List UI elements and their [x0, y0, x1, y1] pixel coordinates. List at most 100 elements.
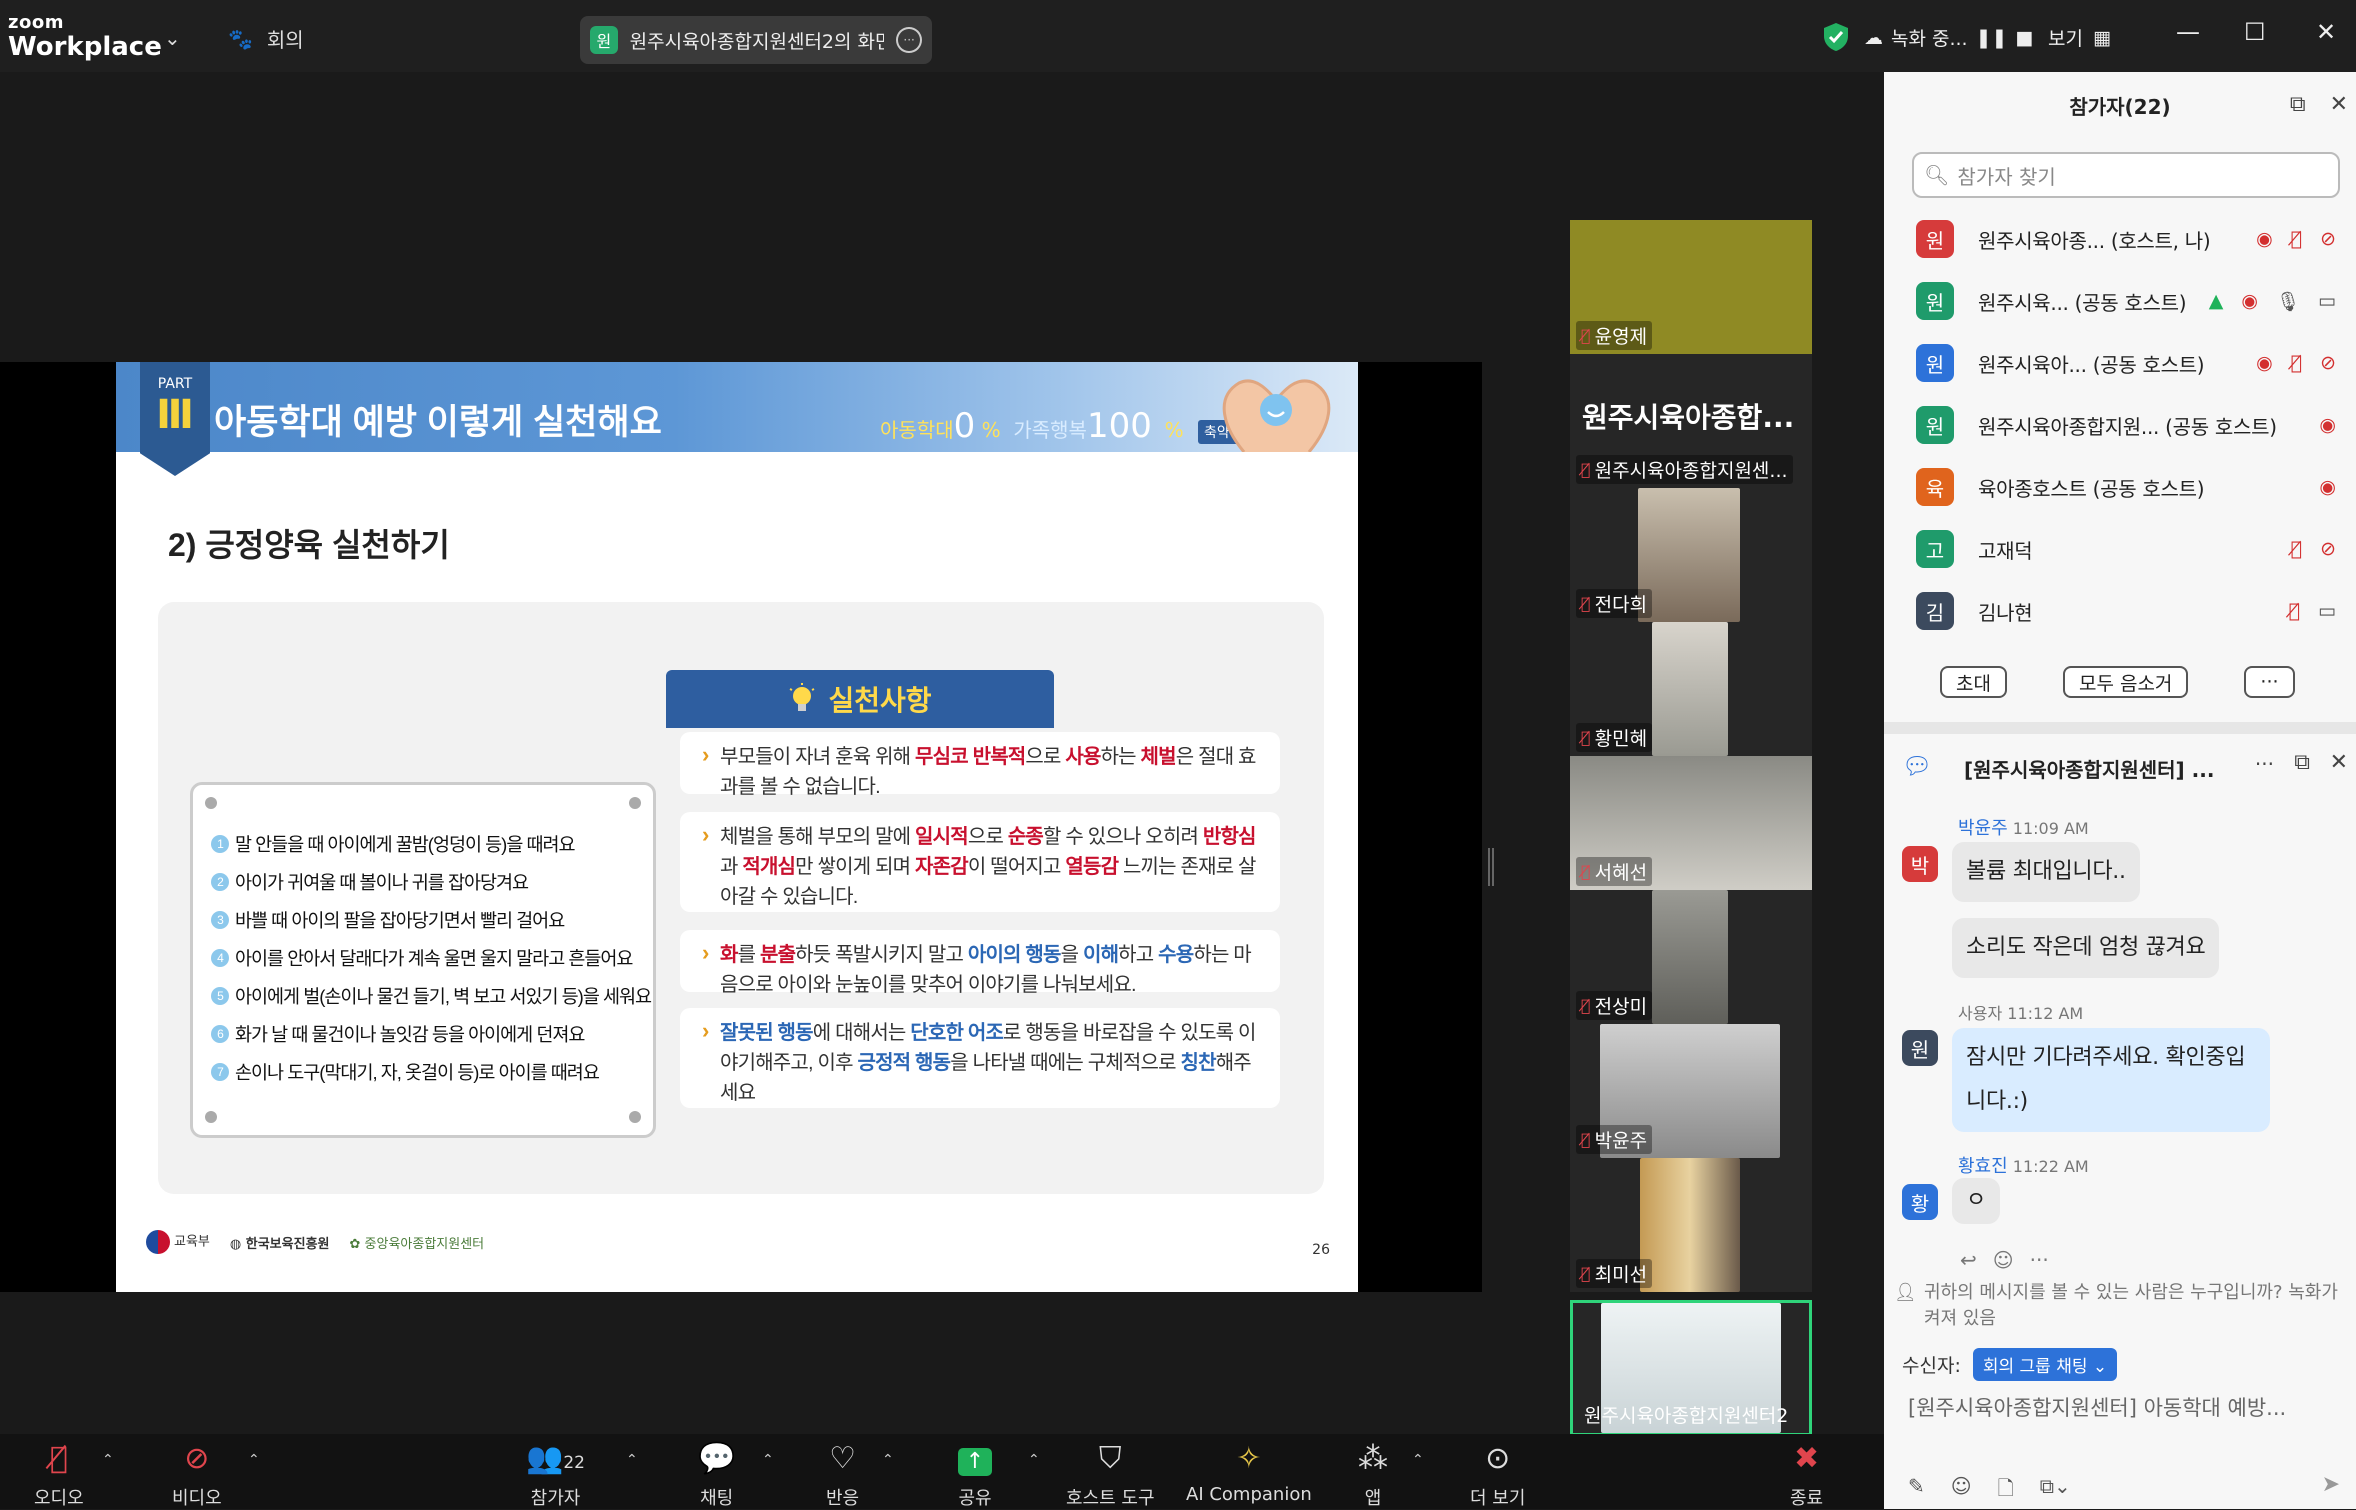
react-caret-icon[interactable]: ⌃: [882, 1452, 894, 1468]
video-tile[interactable]: 🎙̸ 서혜선: [1570, 756, 1812, 890]
encryption-shield-icon[interactable]: [1822, 22, 1850, 52]
invite-button[interactable]: 초대: [1940, 666, 2007, 698]
participants-caret-icon[interactable]: ⌃: [626, 1452, 638, 1468]
app-menu-chevron-icon[interactable]: ⌄: [164, 26, 181, 50]
send-icon[interactable]: ➤: [2322, 1472, 2340, 1497]
participants-title: 참가자(22): [2069, 94, 2171, 119]
camera-off-icon[interactable]: ⊘: [2320, 538, 2336, 560]
share-screen-icon: ↑: [958, 1442, 992, 1476]
center-logo: ✿ 중앙육아종합지원센터: [349, 1236, 485, 1252]
participant-row[interactable]: 고 고재덕 🎙̸ ⊘: [1884, 518, 2356, 580]
mic-muted-icon[interactable]: 🎙̸: [2289, 600, 2300, 622]
video-options-caret-icon[interactable]: ⌃: [248, 1452, 260, 1468]
message-bubble[interactable]: 볼륨 최대입니다..: [1952, 842, 2140, 902]
apps-button[interactable]: ⁂ 앱: [1358, 1442, 1388, 1510]
message-avatar: 황: [1902, 1184, 1938, 1220]
bad-list-text: 아이에게 벌(손이나 물건 들기, 벽 보고 서있기 등)을 세워요: [235, 986, 652, 1007]
participant-row[interactable]: 육 육아종호스트 (공동 호스트) ◉: [1884, 456, 2356, 518]
active-speaker-tile[interactable]: 원주시육아종합지원센터2: [1570, 1300, 1812, 1436]
screenshot-icon[interactable]: ⧉⌄: [2040, 1474, 2071, 1508]
chat-popout-icon[interactable]: ⧉: [2294, 750, 2310, 775]
mic-muted-icon[interactable]: 🎙̸: [2291, 352, 2302, 374]
more-options-icon[interactable]: ···: [896, 27, 923, 53]
video-tile[interactable]: 🎙̸ 전다희: [1570, 488, 1812, 622]
camera-off-icon[interactable]: ⊘: [2320, 352, 2336, 374]
recipient-dropdown[interactable]: 회의 그룹 채팅 ⌄: [1972, 1348, 2118, 1381]
part-numeral: Ⅲ: [156, 392, 194, 438]
audio-options-caret-icon[interactable]: ⌃: [102, 1452, 114, 1468]
audio-button[interactable]: 🎙̸ 오디오: [34, 1442, 84, 1510]
message-bubble[interactable]: 소리도 작은데 엄청 끊겨요: [1952, 918, 2220, 978]
chat-privacy-note[interactable]: 👤︎ 귀하의 메시지를 볼 수 있는 사람은 누구입니까? 녹화가 켜져 있음: [1894, 1280, 2354, 1332]
reply-icon[interactable]: ↩: [1960, 1248, 1977, 1272]
chat-caret-icon[interactable]: ⌃: [762, 1452, 774, 1468]
participants-more-button[interactable]: ···: [2244, 666, 2295, 698]
mic-on-icon[interactable]: 🎙: [2276, 290, 2300, 313]
practice-highlight: 적개심: [742, 856, 796, 878]
message-bubble[interactable]: 잠시만 기다려주세요. 확인중입니다.:): [1952, 1028, 2270, 1132]
emoji-icon[interactable]: ☺: [1951, 1474, 1972, 1508]
mic-muted-icon[interactable]: 🎙̸: [2291, 228, 2302, 250]
practice-text: 으로: [1025, 746, 1066, 768]
meeting-menu-button[interactable]: 🐾 회의: [228, 24, 304, 53]
video-tile[interactable]: 🎙̸ 윤영제: [1570, 220, 1812, 354]
camera-on-icon[interactable]: ▭: [2318, 290, 2336, 313]
host-tools-button[interactable]: ⛉ 호스트 도구: [1066, 1442, 1155, 1510]
more-button[interactable]: ⊙ 더 보기: [1470, 1442, 1525, 1510]
header-stats: 아동학대0 % 가족행복100 % 축약편: [880, 406, 1249, 446]
camera-off-icon[interactable]: ⊘: [2320, 228, 2336, 250]
camera-on-icon[interactable]: ▭: [2318, 600, 2336, 622]
maximize-icon[interactable]: ☐: [2244, 18, 2266, 46]
stat1-value: 0: [953, 406, 976, 446]
share-caret-icon[interactable]: ⌃: [1028, 1452, 1040, 1468]
attach-file-icon[interactable]: 🗋: [1998, 1474, 2014, 1508]
close-window-icon[interactable]: ✕: [2316, 18, 2336, 46]
video-tile[interactable]: 🎙̸ 최미선: [1570, 1158, 1812, 1292]
video-button[interactable]: ⊘ 비디오: [172, 1442, 222, 1510]
video-tile[interactable]: 원주시육아종합... 🎙̸ 원주시육아종합지원센...: [1570, 354, 1812, 488]
ai-companion-button[interactable]: ✧ AI Companion: [1186, 1442, 1312, 1506]
recording-icon: ◉: [2256, 228, 2273, 250]
video-tile[interactable]: 🎙̸ 박윤주: [1570, 1024, 1812, 1158]
chat-compose-input[interactable]: [원주시육아종합지원센터] 아동학대 예방...: [1908, 1392, 2338, 1422]
message-bubble[interactable]: ㅇ: [1952, 1178, 2000, 1224]
chat-close-icon[interactable]: ✕: [2330, 750, 2348, 775]
participant-row[interactable]: 원 원주시육... (공동 호스트) ▲ ◉ 🎙 ▭: [1884, 270, 2356, 332]
practice-item-2: 체벌을 통해 부모의 말에 일시적으로 순종할 수 있으나 오히려 반항심과 적…: [680, 812, 1280, 912]
bad-list-item: 5 아이에게 벌(손이나 물건 들기, 벽 보고 서있기 등)을 세워요: [211, 977, 652, 1015]
mute-all-button[interactable]: 모두 음소거: [2062, 666, 2189, 698]
close-panel-icon[interactable]: ✕: [2330, 92, 2348, 117]
video-tile[interactable]: 🎙̸ 황민혜: [1570, 622, 1812, 756]
bad-list-item: 2 아이가 귀여울 때 볼이나 귀를 잡아당겨요: [211, 863, 637, 901]
meeting-avatar: 원: [590, 26, 618, 54]
share-button[interactable]: ↑ 공유: [958, 1442, 992, 1510]
popout-icon[interactable]: ⧉: [2290, 92, 2306, 117]
meeting-title-pill[interactable]: 원 원주시육아종합지원센터2의 화면 ···: [580, 16, 932, 64]
mic-muted-icon[interactable]: 🎙̸: [2291, 538, 2302, 560]
emoji-react-icon[interactable]: ☺: [1993, 1248, 2014, 1272]
sharing-icon: ▲: [2208, 289, 2224, 312]
chat-title[interactable]: [원주시육아종합지원센터] ...: [1964, 754, 2214, 783]
minimize-icon[interactable]: —: [2176, 18, 2200, 46]
participant-row[interactable]: 원 원주시육아... (공동 호스트) ◉ 🎙̸ ⊘: [1884, 332, 2356, 394]
participant-row[interactable]: 김 김나현 🎙̸ ▭: [1884, 580, 2356, 642]
participant-search-input[interactable]: 🔍︎ 참가자 찾기: [1912, 152, 2340, 198]
recording-indicator[interactable]: ☁ 녹화 중... ❚❚ ■: [1864, 24, 2033, 51]
pause-recording-icon[interactable]: ❚❚: [1976, 27, 2008, 49]
participant-row[interactable]: 원 원주시육아종... (호스트, 나) ◉ 🎙̸ ⊘: [1884, 208, 2356, 270]
apps-caret-icon[interactable]: ⌃: [1412, 1452, 1424, 1468]
message-more-icon[interactable]: ···: [2030, 1248, 2049, 1272]
end-meeting-button[interactable]: ✖ 종료: [1790, 1442, 1823, 1510]
video-tile[interactable]: 🎙̸ 전상미: [1570, 890, 1812, 1024]
recipient-label: 수신자:: [1902, 1355, 1961, 1377]
view-button[interactable]: 보기 ▦: [2048, 24, 2111, 51]
participants-button[interactable]: 👥22 참가자: [526, 1442, 585, 1510]
chat-button[interactable]: 💬 채팅: [698, 1442, 735, 1510]
format-text-icon[interactable]: ✎: [1908, 1474, 1925, 1508]
participant-row[interactable]: 원 원주시육아종합지원... (공동 호스트) ◉: [1884, 394, 2356, 456]
participant-avatar: 고: [1916, 530, 1954, 568]
resize-handle[interactable]: [1488, 848, 1494, 886]
chat-more-icon[interactable]: ···: [2255, 752, 2274, 776]
stop-recording-icon[interactable]: ■: [2015, 27, 2033, 49]
react-button[interactable]: ♡ 반응: [826, 1442, 859, 1510]
